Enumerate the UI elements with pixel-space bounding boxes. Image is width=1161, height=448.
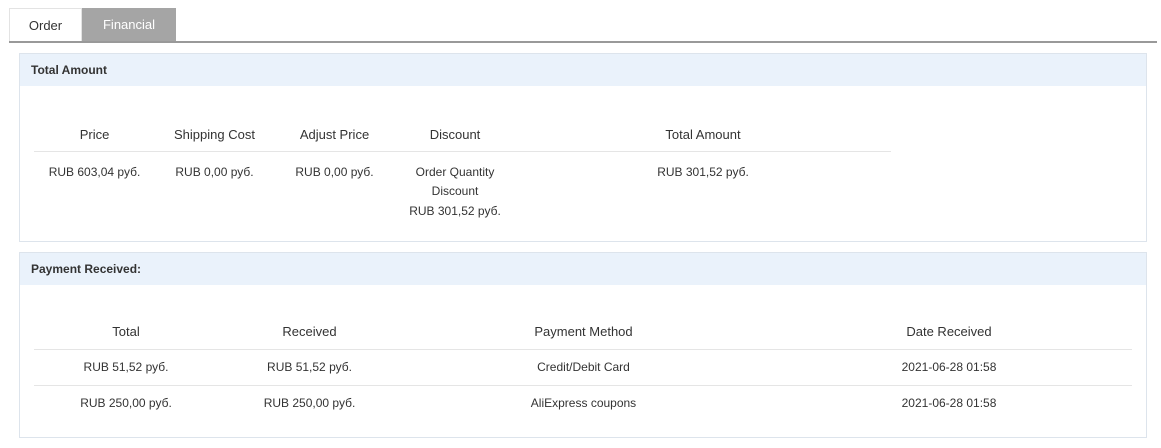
payment-table: Total Received Payment Method Date Recei… <box>34 315 1132 421</box>
col-header-adjust-price: Adjust Price <box>274 118 395 152</box>
table-row: RUB 250,00 руб. RUB 250,00 руб. AliExpre… <box>34 385 1132 421</box>
payment-method: AliExpress coupons <box>530 396 637 411</box>
total-amount-value: RUB 301,52 руб. <box>657 164 749 179</box>
discount-line-3: RUB 301,52 руб. <box>409 203 501 218</box>
payment-date: 2021-06-28 01:58 <box>766 349 1132 386</box>
shipping-cost-value: RUB 0,00 руб. <box>175 164 254 179</box>
col-header-total-amount: Total Amount <box>515 118 891 152</box>
col-header-received: Received <box>218 315 401 350</box>
col-header-total: Total <box>34 315 218 350</box>
payment-total: RUB 250,00 руб. <box>80 396 172 411</box>
adjust-price-value: RUB 0,00 руб. <box>295 164 374 179</box>
total-amount-panel: Total Amount Price Shipping Cost Adjust … <box>19 53 1147 242</box>
col-header-shipping-cost: Shipping Cost <box>155 118 274 152</box>
col-header-price: Price <box>34 118 155 152</box>
table-header-row: Price Shipping Cost Adjust Price Discoun… <box>34 118 891 152</box>
tab-financial[interactable]: Financial <box>82 8 176 41</box>
payment-received-panel: Payment Received: Total Received Payment… <box>19 252 1147 438</box>
discount-value: Order Quantity Discount RUB 301,52 руб. <box>395 151 515 221</box>
payment-received-title: Payment Received: <box>20 253 1146 285</box>
payment-received: RUB 51,52 руб. <box>218 349 401 386</box>
table-row: RUB 51,52 руб. RUB 51,52 руб. Credit/Deb… <box>34 349 1132 386</box>
total-amount-table: Price Shipping Cost Adjust Price Discoun… <box>34 118 891 221</box>
payment-date: 2021-06-28 01:58 <box>901 396 997 411</box>
payment-method: Credit/Debit Card <box>401 349 766 386</box>
table-row: RUB 603,04 руб. RUB 0,00 руб. RUB 0,00 р… <box>34 151 891 221</box>
tab-bar: Order Financial <box>9 8 1157 43</box>
price-value: RUB 603,04 руб. <box>48 164 141 179</box>
discount-line-2: Discount <box>431 184 479 198</box>
total-amount-title: Total Amount <box>20 54 1146 86</box>
col-header-discount: Discount <box>395 118 515 152</box>
col-header-date-received: Date Received <box>766 315 1132 350</box>
discount-line-1: Order Quantity <box>415 164 495 179</box>
table-header-row: Total Received Payment Method Date Recei… <box>34 315 1132 350</box>
payment-received: RUB 250,00 руб. <box>263 396 356 411</box>
payment-total: RUB 51,52 руб. <box>34 349 218 386</box>
col-header-payment-method: Payment Method <box>401 315 766 350</box>
tab-order[interactable]: Order <box>9 8 82 41</box>
